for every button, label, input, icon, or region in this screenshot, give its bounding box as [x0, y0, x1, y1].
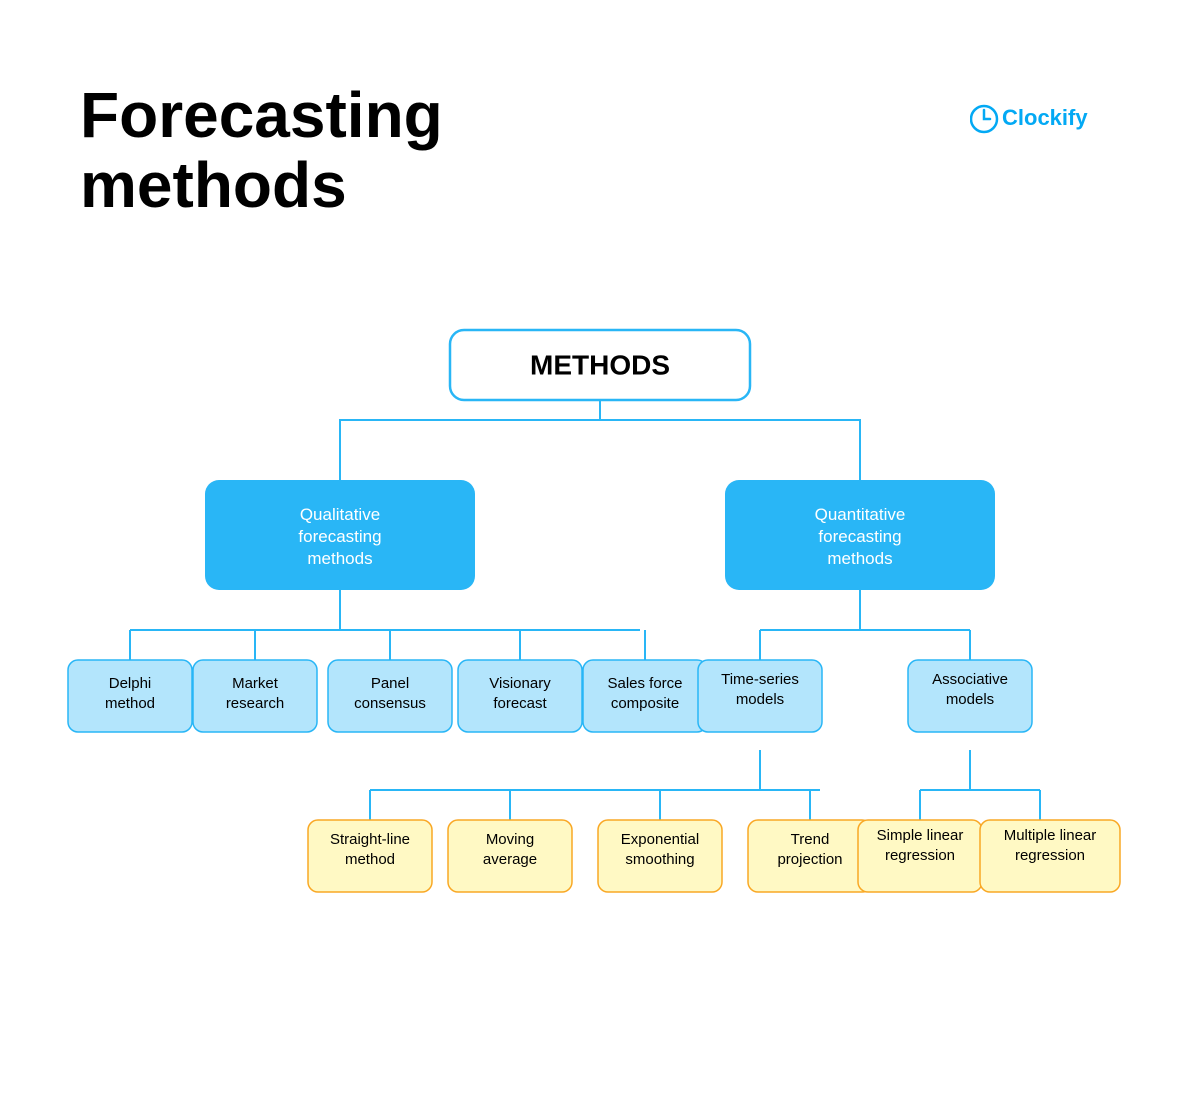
svg-text:Associative: Associative: [932, 671, 1008, 688]
svg-text:projection: projection: [777, 851, 842, 868]
svg-text:models: models: [946, 691, 994, 708]
svg-text:Multiple linear: Multiple linear: [1004, 827, 1097, 844]
page-title: Forecasting methods: [80, 80, 443, 221]
svg-text:Market: Market: [232, 675, 279, 692]
forecasting-diagram: METHODS Qualitative forecasting methods …: [50, 320, 1150, 1060]
svg-text:average: average: [483, 851, 537, 868]
svg-text:regression: regression: [885, 847, 955, 864]
svg-text:forecasting: forecasting: [818, 527, 901, 546]
qualitative-label: Qualitative: [300, 505, 380, 524]
svg-text:Exponential: Exponential: [621, 831, 699, 848]
svg-text:Visionary: Visionary: [489, 675, 551, 692]
svg-text:Straight-line: Straight-line: [330, 831, 410, 848]
clockify-logo: Clockify: [970, 100, 1100, 138]
svg-text:Panel: Panel: [371, 675, 409, 692]
svg-text:Delphi: Delphi: [109, 675, 152, 692]
svg-text:method: method: [105, 695, 155, 712]
svg-text:regression: regression: [1015, 847, 1085, 864]
svg-text:Trend: Trend: [791, 831, 830, 848]
svg-text:consensus: consensus: [354, 695, 426, 712]
svg-text:methods: methods: [827, 549, 892, 568]
svg-text:Clockify: Clockify: [1002, 105, 1088, 130]
root-label: METHODS: [530, 349, 670, 380]
svg-text:forecasting: forecasting: [298, 527, 381, 546]
svg-text:composite: composite: [611, 695, 679, 712]
svg-text:research: research: [226, 695, 284, 712]
svg-text:models: models: [736, 691, 784, 708]
svg-text:forecast: forecast: [493, 695, 547, 712]
quantitative-label: Quantitative: [815, 505, 906, 524]
svg-text:Time-series: Time-series: [721, 671, 799, 688]
svg-text:Sales force: Sales force: [607, 675, 682, 692]
svg-text:Simple linear: Simple linear: [877, 827, 964, 844]
clockify-logo-svg: Clockify: [970, 100, 1100, 138]
svg-text:methods: methods: [307, 549, 372, 568]
svg-text:smoothing: smoothing: [625, 851, 694, 868]
svg-text:Moving: Moving: [486, 831, 534, 848]
svg-text:method: method: [345, 851, 395, 868]
